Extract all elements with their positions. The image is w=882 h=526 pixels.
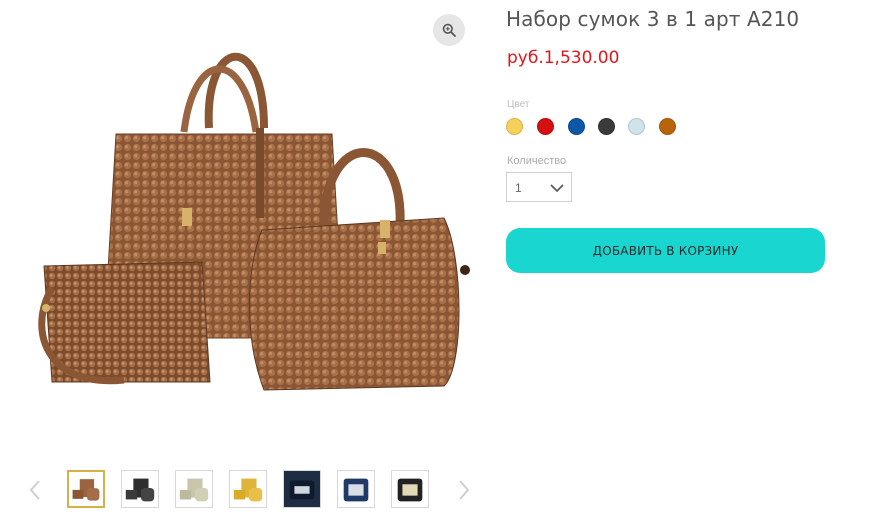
thumbnail-1[interactable] <box>67 470 105 508</box>
thumbnail-3[interactable] <box>175 470 213 508</box>
quantity-label: Количество <box>507 155 567 167</box>
thumbnail-6[interactable] <box>337 470 375 508</box>
thumbnail-carousel <box>24 468 474 512</box>
thumbnail-prev-button[interactable] <box>26 478 44 502</box>
zoom-icon <box>442 23 456 37</box>
quantity-value: 1 <box>515 181 522 195</box>
chevron-down-icon <box>550 184 564 193</box>
product-price: руб.1,530.00 <box>507 48 620 68</box>
product-title: Набор сумок 3 в 1 арт А210 <box>506 7 800 31</box>
thumbnail-5[interactable] <box>283 470 321 508</box>
main-product-image[interactable] <box>24 8 472 442</box>
color-swatch-light-blue[interactable] <box>628 118 645 135</box>
add-to-cart-button[interactable]: ДОБАВИТЬ В КОРЗИНУ <box>506 228 825 273</box>
color-swatch-brown[interactable] <box>659 118 676 135</box>
color-swatch-black[interactable] <box>598 118 615 135</box>
color-swatch-blue[interactable] <box>568 118 585 135</box>
thumbnail-next-button[interactable] <box>455 478 473 502</box>
color-swatch-red[interactable] <box>537 118 554 135</box>
zoom-button[interactable] <box>433 14 465 46</box>
thumbnail-2[interactable] <box>121 470 159 508</box>
thumbnail-7[interactable] <box>391 470 429 508</box>
quantity-select[interactable]: 1 <box>506 172 572 202</box>
color-swatch-yellow[interactable] <box>506 118 523 135</box>
thumbnail-4[interactable] <box>229 470 267 508</box>
chevron-right-icon <box>459 480 470 500</box>
color-label: Цвет <box>507 99 530 110</box>
chevron-left-icon <box>29 480 40 500</box>
